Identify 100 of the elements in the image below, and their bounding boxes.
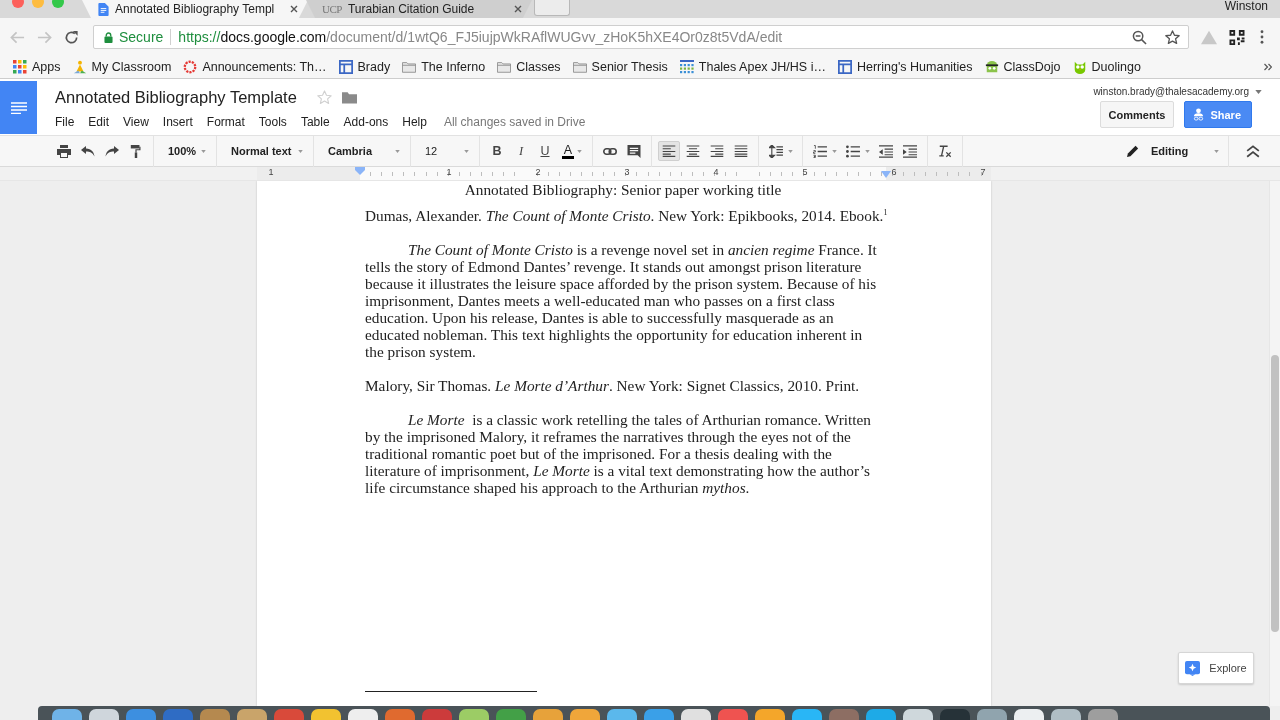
- star-icon[interactable]: [1165, 29, 1180, 45]
- folder-icon: [572, 60, 587, 74]
- caret-icon[interactable]: [1255, 89, 1262, 94]
- bookmark-item[interactable]: Duolingo: [1072, 60, 1141, 74]
- underline-button[interactable]: U: [533, 139, 557, 163]
- bookmark-item[interactable]: Herring's Humanities: [837, 60, 973, 74]
- menu-item[interactable]: Format: [199, 114, 252, 130]
- sparkle-icon: [1185, 660, 1201, 676]
- menu-item[interactable]: Table: [293, 114, 337, 130]
- bookmark-item[interactable]: Thales Apex JH/HS i…: [679, 60, 826, 74]
- figure-icon: [72, 60, 87, 74]
- caret-icon: [577, 149, 583, 153]
- bookmark-item[interactable]: Senior Thesis: [572, 60, 668, 74]
- italic-button[interactable]: I: [509, 139, 533, 163]
- bold-button[interactable]: B: [485, 139, 509, 163]
- caret-icon: [395, 149, 400, 153]
- explore-button[interactable]: Explore: [1178, 652, 1254, 684]
- zoom-out-icon[interactable]: [1132, 29, 1147, 45]
- url-text: https://docs.google.com/document/d/1wtQ6_FJ5iujpWkRAflWUGvv_zHoK5hXE4Or0z8t5VdA/edit: [178, 29, 784, 45]
- citation-text: Dumas, Alexander. The Count of Monte Cristo. New York: Epikbooks, 2014. Ebook.$^{1}$: [365, 207, 888, 224]
- clear-formatting-icon[interactable]: [938, 144, 952, 158]
- annotation-text: The Count of Monte Cristo is a revenge novel set in ancien regime France. It tells the story of Edmond Dantes’ revenge. It stands out amongst prison literature because it illustrates the leisure space afforded by the prison system. Because of his imprisonment, Dantes meets a well-educated man who passes on a first class education. Upon his release, Dantes is able to successfully masquerade as an educated nobleman. This text highlights the opportunity for education inherent in the prison system.: [365, 241, 878, 360]
- bookmark-item[interactable]: Announcements: Th…: [183, 60, 327, 74]
- bookmark-item[interactable]: Brady: [338, 60, 391, 74]
- decrease-indent-icon[interactable]: [879, 144, 893, 158]
- caret-icon[interactable]: [865, 149, 870, 153]
- close-icon[interactable]: [290, 5, 298, 13]
- qr-code-icon[interactable]: [1229, 29, 1245, 45]
- ruler-number: 7: [979, 167, 987, 178]
- profile-name[interactable]: Winston: [1224, 0, 1268, 12]
- window-icon: [338, 60, 353, 74]
- redo-icon[interactable]: [105, 144, 119, 158]
- folder-icon: [497, 60, 512, 74]
- menu-item[interactable]: File: [48, 114, 82, 130]
- close-window-icon[interactable]: [12, 0, 24, 8]
- browser-tab[interactable]: Annotated Bibliography Templ: [82, 0, 308, 18]
- menu-item[interactable]: Edit: [81, 114, 117, 130]
- menu-item[interactable]: Add-ons: [336, 114, 396, 130]
- address-field[interactable]: Secure https://docs.google.com/document/d/1wtQ6_FJ5iujpWkRAflWUGvv_zHoK5hXE4Or0z8t5VdA/edit: [93, 25, 1189, 49]
- bookmark-item[interactable]: Classes: [497, 60, 561, 74]
- menu-item[interactable]: Tools: [251, 114, 294, 130]
- mode-dropdown[interactable]: Editing: [1119, 139, 1223, 163]
- owl-icon: [1072, 60, 1087, 74]
- comment-icon[interactable]: [627, 144, 641, 158]
- chevron-icon[interactable]: [1264, 63, 1272, 71]
- ruler-number: 2: [534, 167, 542, 178]
- undo-icon[interactable]: [81, 144, 95, 158]
- caret-icon[interactable]: [832, 149, 837, 153]
- ruler-number: 4: [712, 167, 720, 178]
- save-status[interactable]: All changes saved in Drive: [443, 115, 586, 129]
- document-title[interactable]: Annotated Bibliography Template: [55, 88, 297, 107]
- person-icon: [1193, 108, 1205, 121]
- more-icon[interactable]: [1260, 30, 1264, 44]
- double-chevron-icon[interactable]: [1246, 144, 1260, 158]
- account-email[interactable]: winston.brady@thalesacademy.org: [1093, 86, 1249, 97]
- document-icon[interactable]: [0, 81, 37, 134]
- caret-icon: [464, 149, 469, 153]
- bookmark-item[interactable]: ClassDojo: [984, 60, 1061, 74]
- ruler-number: 5: [801, 167, 809, 178]
- app-grid-icon: [13, 60, 27, 74]
- folder-icon[interactable]: [341, 91, 357, 104]
- indent-marker-icon[interactable]: [881, 171, 891, 178]
- caret-icon[interactable]: [788, 149, 793, 153]
- font-size-dropdown[interactable]: 12: [416, 139, 474, 163]
- security-label: Secure: [119, 29, 164, 45]
- bookmark-item[interactable]: My Classroom: [72, 60, 172, 74]
- font-dropdown[interactable]: Cambria: [319, 139, 405, 163]
- reload-icon[interactable]: [64, 29, 79, 45]
- paint-roller-icon[interactable]: [129, 144, 143, 158]
- align-left-icon[interactable]: [658, 141, 680, 161]
- menu-item[interactable]: Insert: [155, 114, 200, 130]
- increase-indent-icon[interactable]: [903, 144, 917, 158]
- document-icon: [98, 2, 109, 16]
- ruler-number: 3: [623, 167, 631, 178]
- text-color-button[interactable]: A: [557, 139, 587, 163]
- style-dropdown[interactable]: Normal text: [222, 139, 308, 163]
- caret-icon: [1214, 149, 1219, 153]
- bookmark-item[interactable]: Apps: [13, 60, 61, 74]
- menu-item[interactable]: Help: [395, 114, 434, 130]
- bookmark-item[interactable]: The Inferno: [402, 60, 486, 74]
- site-logo: UCP: [322, 3, 342, 15]
- close-icon[interactable]: [514, 5, 522, 13]
- lock-icon: [104, 31, 113, 43]
- bulleted-list-icon[interactable]: [846, 144, 860, 158]
- scrollbar[interactable]: [1271, 355, 1279, 632]
- ruler-number: 1: [267, 167, 275, 178]
- line-spacing-icon[interactable]: [769, 144, 783, 158]
- ruler-number: 1: [445, 167, 453, 178]
- annotation-text: Le Morte is a classic work retelling the tales of Arthurian romance. Written by the imprisoned Malory, it reframes the narratives through the eyes not of the traditional romantic poet but of the imprisoned. For a thesis dealing with the literature of imprisonment, Le Morte is a vital text demonstrating how the author’s life circumstance shaped his approach to the Arthurian mythos.: [365, 411, 872, 496]
- numbered-list-icon[interactable]: [813, 144, 827, 158]
- ruler-number: 6: [890, 167, 898, 178]
- browser-tab[interactable]: UCP Turabian Citation Guide: [306, 0, 532, 18]
- caret-icon: [201, 149, 206, 153]
- comments-button[interactable]: Comments: [1099, 101, 1175, 128]
- caret-icon: [298, 149, 303, 153]
- window-icon: [837, 60, 852, 74]
- zoom-dropdown[interactable]: 100%: [159, 139, 211, 163]
- menu-item[interactable]: View: [116, 114, 156, 130]
- print-icon[interactable]: [57, 144, 71, 158]
- dotted-grid-icon: [679, 60, 694, 74]
